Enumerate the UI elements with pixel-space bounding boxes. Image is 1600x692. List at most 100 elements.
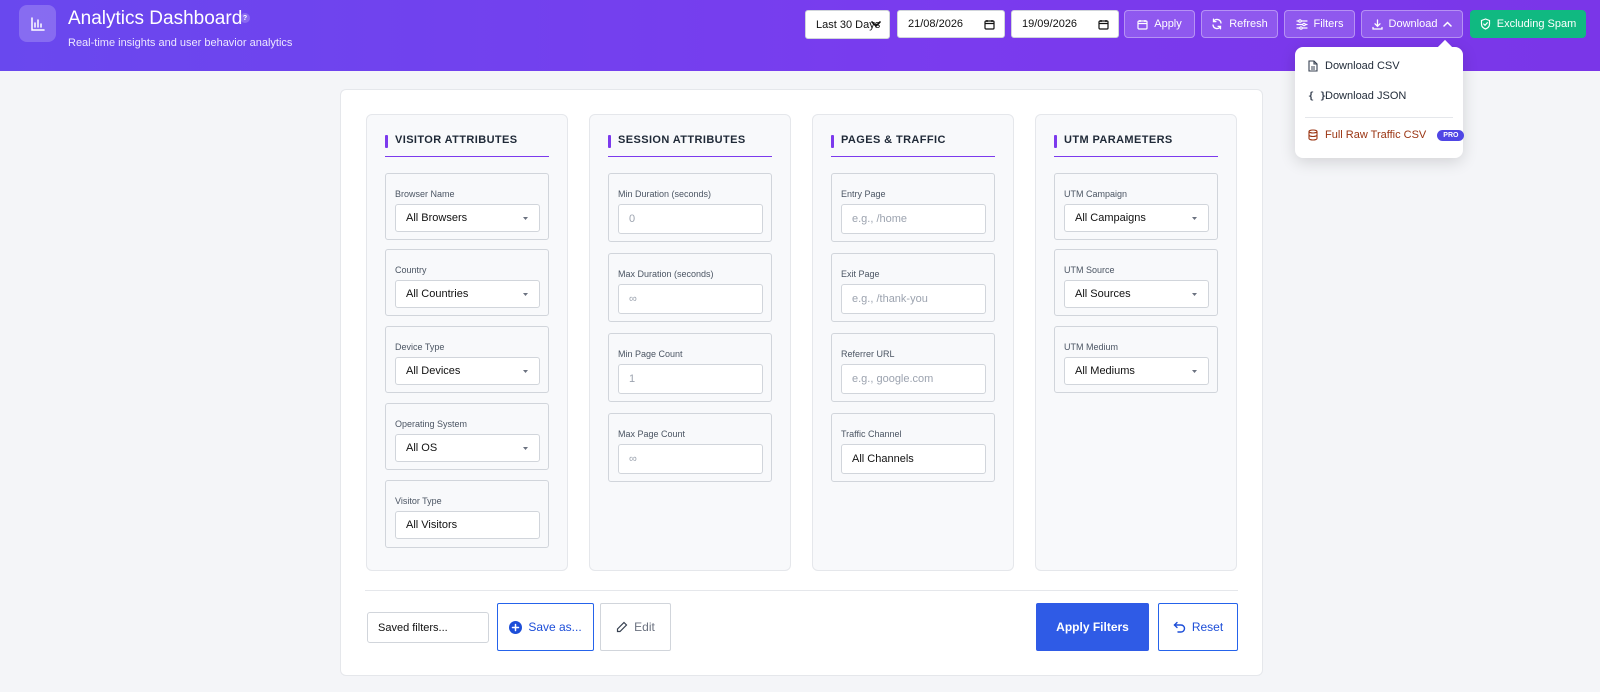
caret-down-icon [523, 217, 528, 220]
country-field: Country All Countries [385, 249, 549, 316]
max-page-count-field: Max Page Count ∞ [608, 413, 772, 482]
visitor-type-select[interactable]: All Visitors [395, 511, 540, 539]
pages-traffic-section: PAGES & TRAFFIC Entry Page e.g., /home E… [812, 114, 1014, 571]
calendar-icon [1137, 19, 1148, 30]
section-title: UTM PARAMETERS [1054, 134, 1218, 157]
utm-parameters-section: UTM PARAMETERS UTM Campaign All Campaign… [1035, 114, 1237, 571]
utm-source-field: UTM Source All Sources [1054, 249, 1218, 316]
max-duration-field: Max Duration (seconds) ∞ [608, 253, 772, 322]
saved-filters-select[interactable]: Saved filters... [367, 612, 489, 643]
referrer-url-field: Referrer URL e.g., google.com [831, 333, 995, 402]
download-button[interactable]: Download [1361, 10, 1463, 38]
caret-down-icon [523, 447, 528, 450]
footer-divider [365, 590, 1238, 591]
spam-toggle-button[interactable]: Excluding Spam [1470, 10, 1586, 38]
utm-source-select[interactable]: All Sources [1064, 280, 1209, 308]
download-icon [1371, 18, 1383, 30]
caret-down-icon [1192, 217, 1197, 220]
utm-medium-field: UTM Medium All Mediums [1054, 326, 1218, 393]
caret-down-icon [1192, 293, 1197, 296]
min-page-count-input[interactable]: 1 [618, 364, 763, 394]
chevron-down-icon [871, 21, 881, 28]
section-title: PAGES & TRAFFIC [831, 134, 995, 157]
sliders-icon [1295, 18, 1308, 30]
spam-toggle-label: Excluding Spam [1496, 18, 1577, 30]
calendar-icon[interactable] [984, 19, 995, 30]
chevron-up-icon [1443, 21, 1453, 27]
page-title: Analytics Dashboard [68, 8, 243, 29]
download-menu: Download CSV { } Download JSON Full Raw … [1295, 47, 1465, 158]
device-type-field: Device Type All Devices [385, 326, 549, 393]
caret-down-icon [1192, 370, 1197, 373]
device-type-select[interactable]: All Devices [395, 357, 540, 385]
edit-button[interactable]: Edit [600, 603, 671, 651]
end-date-input[interactable]: 19/09/2026 [1011, 10, 1119, 38]
plus-circle-icon [509, 620, 523, 634]
shield-check-icon [1480, 18, 1490, 30]
full-raw-traffic-item[interactable]: Full Raw Traffic CSV PRO [1308, 129, 1465, 141]
menu-divider [1305, 117, 1453, 118]
date-range-select[interactable]: Last 30 Days [805, 10, 890, 39]
utm-medium-select[interactable]: All Mediums [1064, 357, 1209, 385]
database-icon [1308, 129, 1318, 141]
utm-campaign-field: UTM Campaign All Campaigns [1054, 173, 1218, 240]
download-json-label: Download JSON [1325, 90, 1407, 102]
braces-icon: { } [1308, 90, 1327, 102]
refresh-icon [1212, 18, 1222, 30]
section-title: VISITOR ATTRIBUTES [385, 134, 549, 157]
caret-down-icon [523, 293, 528, 296]
entry-page-field: Entry Page e.g., /home [831, 173, 995, 242]
refresh-button[interactable]: Refresh [1201, 10, 1278, 38]
exit-page-field: Exit Page e.g., /thank-you [831, 253, 995, 322]
visitor-type-field: Visitor Type All Visitors [385, 480, 549, 548]
pro-badge: PRO [1437, 129, 1465, 141]
download-json-item[interactable]: { } Download JSON [1308, 90, 1406, 102]
min-duration-field: Min Duration (seconds) 0 [608, 173, 772, 242]
referrer-url-input[interactable]: e.g., google.com [841, 364, 986, 394]
exit-page-input[interactable]: e.g., /thank-you [841, 284, 986, 314]
pencil-icon [617, 621, 628, 633]
info-icon[interactable]: ? [240, 13, 250, 23]
browser-name-select[interactable]: All Browsers [395, 204, 540, 232]
reset-label: Reset [1191, 620, 1224, 634]
max-duration-input[interactable]: ∞ [618, 284, 763, 314]
download-csv-label: Download CSV [1325, 60, 1400, 72]
edit-label: Edit [634, 620, 655, 634]
max-page-count-input[interactable]: ∞ [618, 444, 763, 474]
apply-date-button[interactable]: Apply [1124, 10, 1195, 38]
start-date-value: 21/08/2026 [908, 18, 964, 30]
apply-filters-label: Apply Filters [1056, 620, 1129, 634]
browser-name-field: Browser Name All Browsers [385, 173, 549, 240]
filters-label: Filters [1313, 18, 1344, 30]
caret-down-icon [523, 370, 528, 373]
full-raw-traffic-label: Full Raw Traffic CSV [1325, 129, 1427, 141]
start-date-input[interactable]: 21/08/2026 [897, 10, 1005, 38]
page-subtitle: Real-time insights and user behavior ana… [68, 37, 293, 49]
filters-button[interactable]: Filters [1284, 10, 1355, 38]
save-as-button[interactable]: Save as... [497, 603, 594, 651]
operating-system-select[interactable]: All OS [395, 434, 540, 462]
traffic-channel-field: Traffic Channel All Channels [831, 413, 995, 482]
visitor-attributes-section: VISITOR ATTRIBUTES Browser Name All Brow… [366, 114, 568, 571]
download-label: Download [1388, 18, 1438, 30]
min-duration-input[interactable]: 0 [618, 204, 763, 234]
country-select[interactable]: All Countries [395, 280, 540, 308]
utm-campaign-select[interactable]: All Campaigns [1064, 204, 1209, 232]
apply-filters-button[interactable]: Apply Filters [1036, 603, 1149, 651]
section-title: SESSION ATTRIBUTES [608, 134, 772, 157]
min-page-count-field: Min Page Count 1 [608, 333, 772, 402]
undo-icon [1173, 621, 1185, 633]
bar-chart-icon [19, 5, 56, 42]
download-csv-item[interactable]: Download CSV [1308, 60, 1400, 72]
traffic-channel-select[interactable]: All Channels [841, 444, 986, 474]
calendar-icon[interactable] [1098, 19, 1109, 30]
file-icon [1308, 60, 1318, 72]
session-attributes-section: SESSION ATTRIBUTES Min Duration (seconds… [589, 114, 791, 571]
operating-system-field: Operating System All OS [385, 403, 549, 470]
entry-page-input[interactable]: e.g., /home [841, 204, 986, 234]
apply-date-label: Apply [1154, 18, 1182, 30]
reset-button[interactable]: Reset [1158, 603, 1238, 651]
save-as-label: Save as... [528, 620, 582, 634]
end-date-value: 19/09/2026 [1022, 18, 1078, 30]
saved-filters-value: Saved filters... [378, 621, 448, 634]
